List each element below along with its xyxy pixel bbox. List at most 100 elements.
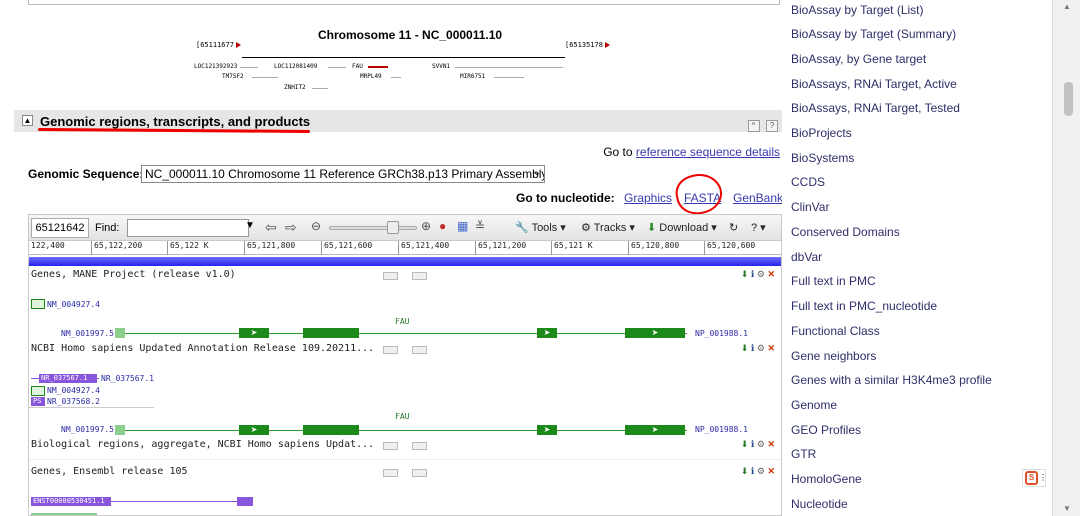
sidebar-link[interactable]: dbVar [791,250,822,264]
zoom-slider-handle[interactable] [387,221,399,234]
feature-block[interactable] [237,497,253,506]
close-icon[interactable]: ✕ [767,466,775,476]
sidebar-link[interactable]: Full text in PMC_nucleotide [791,299,937,313]
feature-label[interactable]: NR_037567.1 [101,374,154,383]
scroll-up-icon[interactable]: ▲ [1063,2,1071,11]
feature-label[interactable]: NR_037568.2 [47,397,100,406]
expand-icon[interactable]: ^ [747,120,760,132]
sidebar-link[interactable]: BioProjects [791,126,852,140]
tracks-button[interactable]: ⚙ Tracks ▾ [581,221,635,234]
zoom-in-icon[interactable]: ⊕ [421,219,431,233]
download-button[interactable]: ⬇ Download ▾ [647,221,717,234]
close-icon[interactable]: ✕ [767,269,775,279]
gear-icon[interactable]: ⚙ [757,343,765,353]
gear-icon[interactable]: ⚙ [757,439,765,449]
genbank-link[interactable]: GenBank [733,191,782,205]
zoom-slider[interactable] [329,226,417,230]
feature-block[interactable]: NR_037567.1 [39,374,97,383]
exon[interactable]: ➤ [537,328,557,338]
find-input[interactable] [127,219,249,237]
exon[interactable] [115,425,125,435]
info-icon[interactable]: ℹ [751,466,754,476]
track-nav-buttons[interactable] [383,346,441,356]
gene-label[interactable]: SVVN1 [432,63,450,70]
track-nav-buttons[interactable] [383,272,441,282]
sidebar-link[interactable]: Full text in PMC [791,274,876,288]
feature-label[interactable]: NP_001988.1 [695,329,748,338]
arrow-left-icon[interactable]: ⇦ [265,219,277,236]
feature-label[interactable]: FAU [395,317,409,326]
sidebar-link[interactable]: Genes with a similar H3K4me3 profile [791,373,992,387]
arrow-right-icon[interactable]: ⇨ [285,219,297,236]
exon[interactable]: ➤ [625,328,685,338]
feature-label[interactable]: NM_001997.5 [61,329,114,338]
chevron-down-icon[interactable]: ▼ [245,220,255,231]
download-icon[interactable]: ⬇ [741,343,749,353]
gene-label[interactable]: MIR6751 [460,73,485,80]
sidebar-link[interactable]: GEO Profiles [791,423,861,437]
exon[interactable]: ➤ [625,425,685,435]
sidebar-link[interactable]: BioAssays, RNAi Target, Tested [791,101,960,115]
sidebar-link[interactable]: BioAssay by Target (List) [791,3,924,17]
sidebar-link[interactable]: BioAssay, by Gene target [791,52,926,66]
track-nav-buttons[interactable] [383,469,441,479]
sidebar-link[interactable]: BioSystems [791,151,854,165]
feature-label[interactable]: NP_001988.1 [695,425,748,434]
graphics-link[interactable]: Graphics [624,191,672,205]
sidebar-link[interactable]: Nucleotide [791,497,848,511]
gene-label[interactable]: ZNHIT2 [284,84,306,91]
sidebar-link[interactable]: GTR [791,447,816,461]
info-icon[interactable]: ℹ [751,269,754,279]
exon[interactable]: ➤ [537,425,557,435]
close-icon[interactable]: ✕ [767,343,775,353]
sidebar-link[interactable]: ClinVar [791,200,829,214]
grid-icon[interactable]: ▦ [457,219,468,233]
feature-block[interactable] [31,386,45,396]
reference-details-link[interactable]: reference sequence details [636,145,780,159]
exon[interactable] [115,328,125,338]
sidebar-link[interactable]: BioAssay by Target (Summary) [791,27,956,41]
download-icon[interactable]: ⬇ [741,269,749,279]
align-icon[interactable]: ≚ [475,219,485,233]
scrollbar-thumb[interactable] [1064,82,1073,116]
scroll-down-icon[interactable]: ▼ [1063,504,1071,513]
sidebar-link[interactable]: Functional Class [791,324,880,338]
zoom-out-icon[interactable]: ⊖ [311,219,321,233]
help-button[interactable]: ? ▾ [751,221,766,234]
extension-badge[interactable]: S ⋮ [1022,469,1047,487]
feature-label[interactable]: FAU [395,412,409,421]
gene-label[interactable]: TM7SF2 [222,73,244,80]
info-icon[interactable]: ℹ [751,439,754,449]
tools-button[interactable]: 🔧 Tools ▾ [515,221,566,234]
download-icon[interactable]: ⬇ [741,439,749,449]
sidebar-link[interactable]: CCDS [791,175,825,189]
sidebar-link[interactable]: Conserved Domains [791,225,900,239]
feature-label[interactable]: NM_004927.4 [47,300,100,309]
marker-icon[interactable]: ● [439,219,446,233]
exon[interactable]: ➤ [239,328,269,338]
exon[interactable] [303,425,359,435]
close-icon[interactable]: ✕ [767,439,775,449]
gene-label[interactable]: LOC112081409 [274,63,317,70]
sidebar-link[interactable]: Gene neighbors [791,349,876,363]
gene-label[interactable]: MRPL49 [360,73,382,80]
gene-label-fau[interactable]: FAU [352,63,363,70]
collapse-toggle[interactable]: ▲ [22,115,33,126]
feature-block[interactable] [31,299,45,309]
gene-label[interactable]: LOC121392923 [194,63,237,70]
info-icon[interactable]: ℹ [751,343,754,353]
feature-label[interactable]: NM_001997.5 [61,425,114,434]
help-icon[interactable]: ? [766,120,778,132]
page-scrollbar[interactable]: ▲ ▼ [1052,0,1080,516]
gear-icon[interactable]: ⚙ [757,269,765,279]
feature-label[interactable]: NM_004927.4 [47,386,100,395]
exon[interactable] [303,328,359,338]
sidebar-link[interactable]: HomoloGene [791,472,862,486]
sidebar-link[interactable]: BioAssays, RNAi Target, Active [791,77,957,91]
download-icon[interactable]: ⬇ [741,466,749,476]
feature-block[interactable]: ENST00000530451.1 [31,497,111,506]
exon[interactable]: ➤ [239,425,269,435]
feature-block[interactable]: PS [31,397,45,406]
gear-icon[interactable]: ⚙ [757,466,765,476]
genomic-sequence-select[interactable]: NC_000011.10 Chromosome 11 Reference GRC… [141,165,545,183]
